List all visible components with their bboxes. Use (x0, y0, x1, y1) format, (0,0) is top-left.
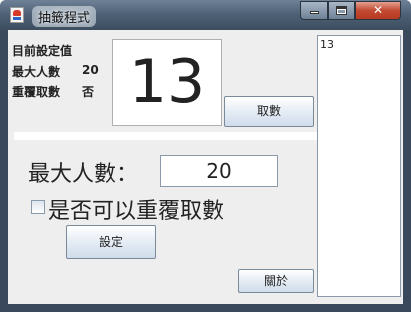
max-people-input[interactable]: 20 (160, 155, 278, 187)
java-app-icon[interactable] (10, 7, 24, 23)
app-window: 抽籤程式 ✕ 目前設定值 最大人數 20 重覆取數 否 13 取數 最大人數： … (0, 0, 411, 312)
section-divider (14, 132, 317, 140)
draw-history-textarea[interactable]: 13 (317, 35, 401, 297)
close-button[interactable]: ✕ (355, 1, 401, 20)
draw-button[interactable]: 取數 (224, 96, 314, 127)
repeat-checkbox-label[interactable]: 是否可以重覆取數 (48, 193, 224, 225)
window-title: 抽籤程式 (32, 6, 97, 27)
repeat-info-value: 否 (82, 85, 95, 99)
close-icon: ✕ (372, 3, 384, 17)
current-settings-heading: 目前設定值 (12, 44, 73, 58)
maximize-button[interactable] (328, 1, 355, 20)
repeat-info-label: 重覆取數 (12, 85, 61, 99)
repeat-checkbox[interactable] (31, 200, 45, 214)
window-bottom-frame (0, 304, 411, 312)
about-button[interactable]: 關於 (238, 269, 314, 293)
max-people-info-label: 最大人數 (12, 65, 61, 79)
max-people-info-value: 20 (82, 63, 99, 77)
drawn-number-display: 13 (112, 39, 222, 126)
max-people-form-label: 最大人數： (28, 162, 139, 187)
set-button[interactable]: 設定 (66, 225, 156, 259)
minimize-icon (309, 11, 319, 14)
title-bar[interactable]: 抽籤程式 ✕ (0, 0, 411, 30)
maximize-icon (336, 6, 347, 15)
main-panel: 目前設定值 最大人數 20 重覆取數 否 13 取數 最大人數： 20 是否可以… (8, 30, 403, 304)
minimize-button[interactable] (300, 1, 328, 20)
